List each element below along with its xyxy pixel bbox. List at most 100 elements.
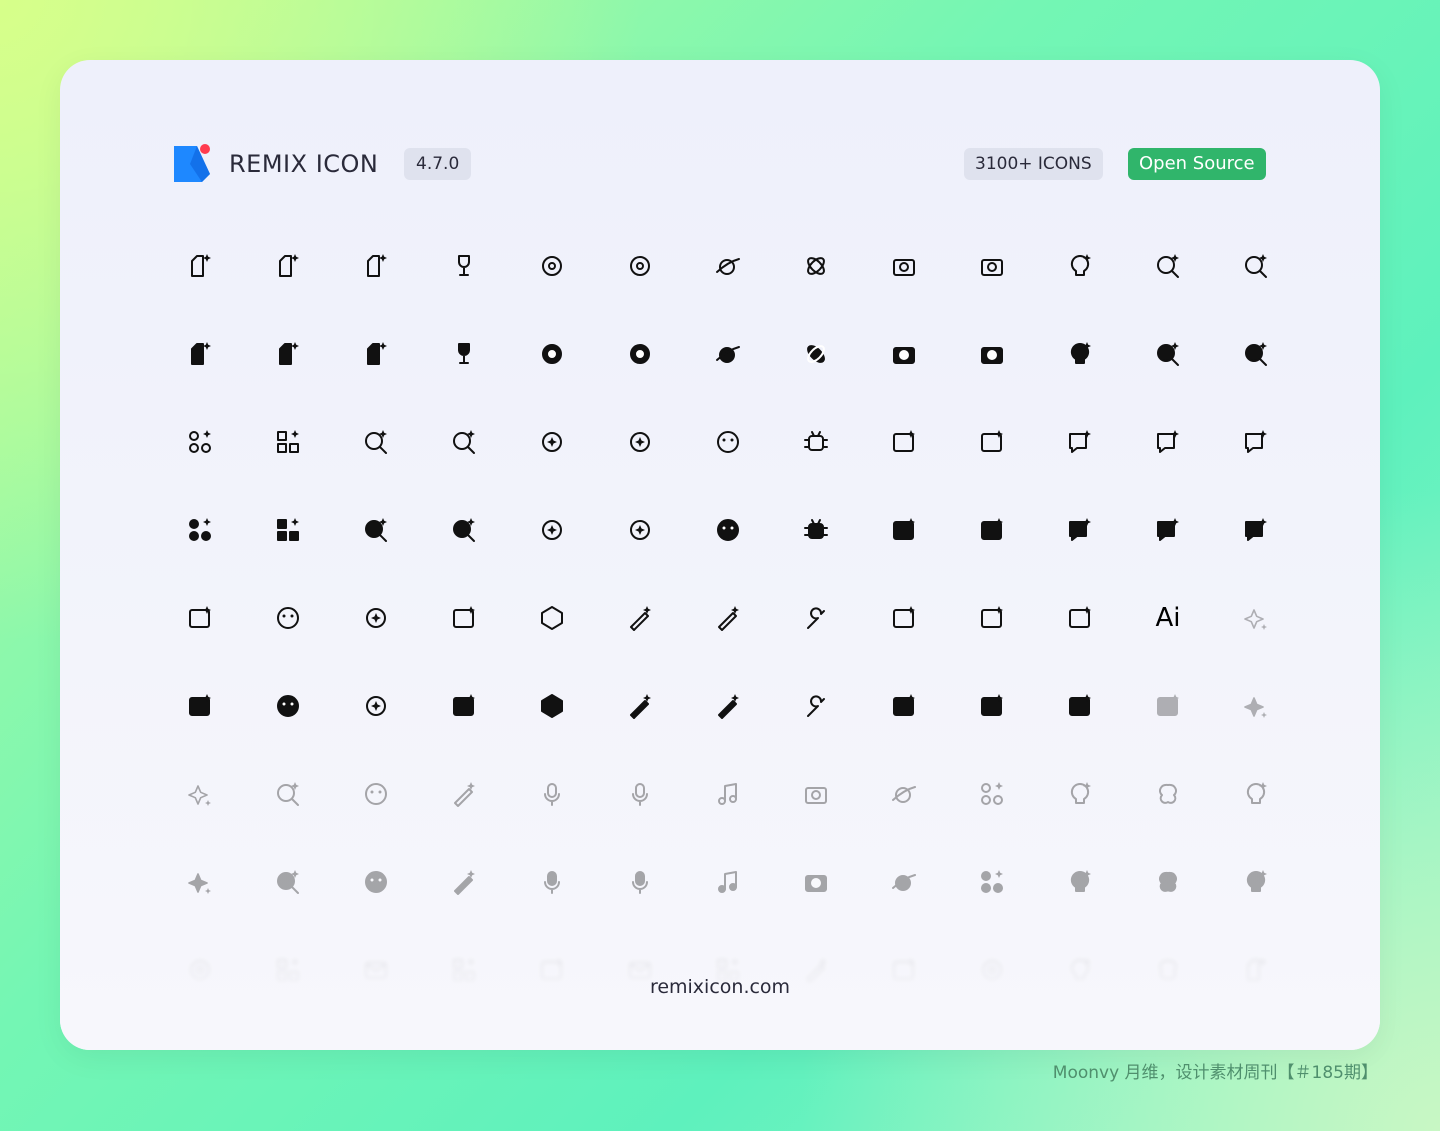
pencil-ai-icon[interactable] xyxy=(714,604,742,632)
bug-icon[interactable] xyxy=(802,516,830,544)
goblet-icon[interactable] xyxy=(450,252,478,280)
robot-face-icon[interactable] xyxy=(1242,780,1270,808)
cpu-ai-icon[interactable] xyxy=(978,692,1006,720)
smile-ai-icon[interactable] xyxy=(274,692,302,720)
refresh-ai-icon[interactable] xyxy=(362,428,390,456)
moon-ai-icon[interactable] xyxy=(274,868,302,896)
planet-icon[interactable] xyxy=(714,252,742,280)
microphone-ai-icon[interactable] xyxy=(626,780,654,808)
sparkle-icon[interactable] xyxy=(186,868,214,896)
refresh-ai-icon[interactable] xyxy=(362,516,390,544)
circles-ai-icon[interactable] xyxy=(978,868,1006,896)
smile-ai-icon[interactable] xyxy=(274,604,302,632)
user-voice-ai-icon[interactable] xyxy=(1066,780,1094,808)
cube-ai-icon[interactable] xyxy=(538,604,566,632)
search-ai-2-icon[interactable] xyxy=(450,516,478,544)
feather-ai-icon[interactable] xyxy=(450,780,478,808)
flower-icon[interactable] xyxy=(538,340,566,368)
book-ai-icon[interactable] xyxy=(362,252,390,280)
cpu-icon[interactable] xyxy=(890,604,918,632)
microphone-ai-icon[interactable] xyxy=(626,868,654,896)
flower-star-icon[interactable] xyxy=(626,340,654,368)
swirl-icon[interactable] xyxy=(362,692,390,720)
robot-ai-icon[interactable] xyxy=(186,604,214,632)
camera-icon[interactable] xyxy=(890,340,918,368)
search-ai-icon[interactable] xyxy=(1154,252,1182,280)
open-source-badge[interactable]: Open Source xyxy=(1128,148,1266,180)
file-ai-icon[interactable] xyxy=(186,340,214,368)
planet-ai-icon[interactable] xyxy=(890,868,918,896)
emotion-sad-icon[interactable] xyxy=(714,428,742,456)
circles-ai-icon[interactable] xyxy=(978,780,1006,808)
chat-smile-ai-icon[interactable] xyxy=(362,868,390,896)
zoom-in-ai-icon[interactable] xyxy=(1242,252,1270,280)
zoom-in-ai-icon[interactable] xyxy=(1242,340,1270,368)
sparkles-icon[interactable] xyxy=(1242,692,1270,720)
dashboard-ai-icon[interactable] xyxy=(274,516,302,544)
file-ai-2-icon[interactable] xyxy=(274,252,302,280)
camera-ai-icon[interactable] xyxy=(978,340,1006,368)
text-ai-icon[interactable] xyxy=(890,428,918,456)
mic-ai-icon[interactable] xyxy=(538,780,566,808)
message-ai-icon[interactable] xyxy=(1242,428,1270,456)
wrench-icon[interactable] xyxy=(802,692,830,720)
atom-icon[interactable] xyxy=(802,340,830,368)
text-box-ai-icon[interactable] xyxy=(1154,692,1182,720)
music-ai-icon[interactable] xyxy=(714,868,742,896)
magic-wand-icon[interactable] xyxy=(626,692,654,720)
moon-ai-icon[interactable] xyxy=(274,780,302,808)
square-sparkle-icon[interactable] xyxy=(450,692,478,720)
file-ai-2-icon[interactable] xyxy=(274,340,302,368)
feather-ai-icon[interactable] xyxy=(450,868,478,896)
bug-icon[interactable] xyxy=(802,428,830,456)
mic-ai-icon[interactable] xyxy=(538,868,566,896)
chat-ai-2-icon[interactable] xyxy=(1154,428,1182,456)
search-ai-2-icon[interactable] xyxy=(450,428,478,456)
robot-ai-icon[interactable] xyxy=(186,692,214,720)
flower-star-icon[interactable] xyxy=(626,252,654,280)
lightbulb-ai-icon[interactable] xyxy=(1066,340,1094,368)
brain-icon[interactable] xyxy=(1154,780,1182,808)
chat-smile-ai-icon[interactable] xyxy=(362,780,390,808)
exchange-ai-icon[interactable] xyxy=(626,516,654,544)
chat-ai-2-icon[interactable] xyxy=(1154,516,1182,544)
chat-ai-icon[interactable] xyxy=(1066,428,1094,456)
flower-icon[interactable] xyxy=(538,252,566,280)
lightbulb-ai-icon[interactable] xyxy=(1066,252,1094,280)
chat-ai-icon[interactable] xyxy=(1066,516,1094,544)
cpu-icon[interactable] xyxy=(890,692,918,720)
cpu-ai-icon[interactable] xyxy=(978,604,1006,632)
video-ai-icon[interactable] xyxy=(802,868,830,896)
square-sparkle-icon[interactable] xyxy=(450,604,478,632)
translate-ai-icon[interactable] xyxy=(978,516,1006,544)
robot-face-icon[interactable] xyxy=(1242,868,1270,896)
magic-wand-icon[interactable] xyxy=(626,604,654,632)
sync-ai-icon[interactable] xyxy=(538,428,566,456)
pencil-ai-icon[interactable] xyxy=(714,692,742,720)
translate-ai-icon[interactable] xyxy=(978,428,1006,456)
file-ai-icon[interactable] xyxy=(186,252,214,280)
sparkles-icon[interactable] xyxy=(1242,604,1270,632)
swirl-icon[interactable] xyxy=(362,604,390,632)
dashboard-ai-icon[interactable] xyxy=(274,428,302,456)
message-ai-icon[interactable] xyxy=(1242,516,1270,544)
text-ai-icon[interactable] xyxy=(890,516,918,544)
sync-ai-icon[interactable] xyxy=(538,516,566,544)
goblet-icon[interactable] xyxy=(450,340,478,368)
shop-ai-icon[interactable] xyxy=(1066,692,1094,720)
user-voice-ai-icon[interactable] xyxy=(1066,868,1094,896)
apps-ai-icon[interactable] xyxy=(186,516,214,544)
sparkle-icon[interactable] xyxy=(186,780,214,808)
wrench-icon[interactable] xyxy=(802,604,830,632)
site-url[interactable]: remixicon.com xyxy=(60,976,1380,998)
atom-icon[interactable] xyxy=(802,252,830,280)
ai-text-icon[interactable]: Ai xyxy=(1154,604,1182,632)
book-ai-icon[interactable] xyxy=(362,340,390,368)
shop-ai-icon[interactable] xyxy=(1066,604,1094,632)
brain-icon[interactable] xyxy=(1154,868,1182,896)
apps-ai-icon[interactable] xyxy=(186,428,214,456)
music-ai-icon[interactable] xyxy=(714,780,742,808)
video-ai-icon[interactable] xyxy=(802,780,830,808)
emotion-sad-icon[interactable] xyxy=(714,516,742,544)
camera-ai-icon[interactable] xyxy=(978,252,1006,280)
